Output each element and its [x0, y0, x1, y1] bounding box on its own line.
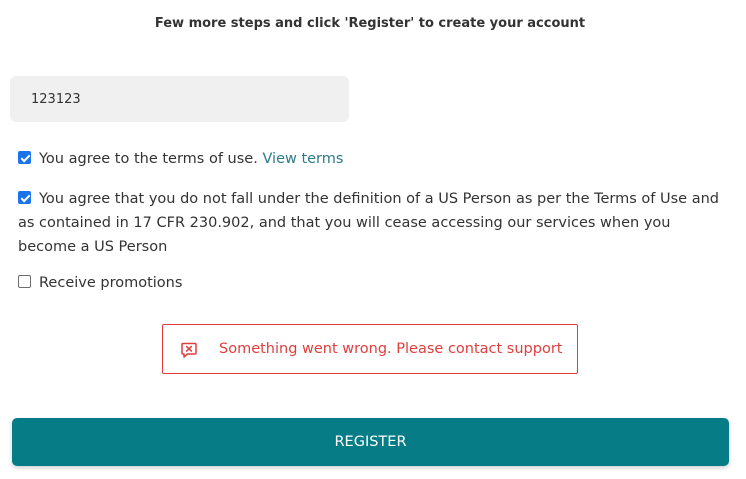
view-terms-link[interactable]: View terms: [262, 151, 343, 167]
terms-label: You agree to the terms of use.: [39, 151, 258, 167]
us-person-label: You agree that you do not fall under the…: [18, 191, 719, 255]
chat-error-icon: [181, 342, 197, 358]
promotions-label: Receive promotions: [39, 275, 183, 291]
error-alert: Something went wrong. Please contact sup…: [162, 324, 578, 374]
error-message: Something went wrong. Please contact sup…: [219, 341, 563, 357]
promotions-checkbox[interactable]: [18, 275, 31, 288]
us-person-checkbox[interactable]: [18, 191, 31, 204]
promotions-row: Receive promotions: [18, 271, 723, 295]
form-subtitle: Few more steps and click 'Register' to c…: [154, 16, 586, 31]
code-input[interactable]: [10, 76, 349, 122]
register-button[interactable]: REGISTER: [12, 418, 729, 466]
us-person-row: You agree that you do not fall under the…: [18, 187, 723, 259]
terms-row: You agree to the terms of use. View term…: [18, 147, 723, 171]
terms-checkbox[interactable]: [18, 151, 31, 164]
